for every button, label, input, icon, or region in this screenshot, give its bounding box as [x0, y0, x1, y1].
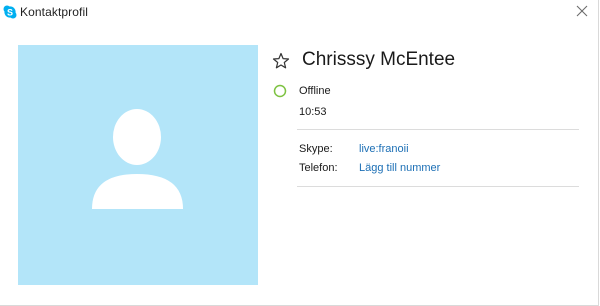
local-time: 10:53 — [299, 106, 327, 118]
divider — [297, 129, 579, 130]
skype-icon: S — [3, 5, 17, 19]
contact-profile-window: S Kontaktprofil Chrisssy McEntee Offline… — [0, 0, 599, 306]
favorite-button[interactable] — [272, 52, 290, 70]
skype-id-link[interactable]: live:franoii — [359, 143, 409, 155]
status-offline-icon — [273, 84, 287, 98]
svg-text:S: S — [7, 7, 13, 17]
window-title: Kontaktprofil — [20, 5, 89, 19]
phone-label: Telefon: — [299, 162, 338, 174]
star-outline-icon — [272, 52, 290, 74]
close-button[interactable] — [570, 3, 594, 23]
add-phone-number-link[interactable]: Lägg till nummer — [359, 162, 440, 174]
close-icon — [576, 4, 588, 22]
avatar — [18, 45, 258, 285]
skype-label: Skype: — [299, 143, 333, 155]
contact-name: Chrisssy McEntee — [302, 49, 456, 70]
title-bar: S Kontaktprofil — [0, 0, 598, 26]
divider — [297, 186, 579, 187]
status-text: Offline — [299, 85, 331, 97]
